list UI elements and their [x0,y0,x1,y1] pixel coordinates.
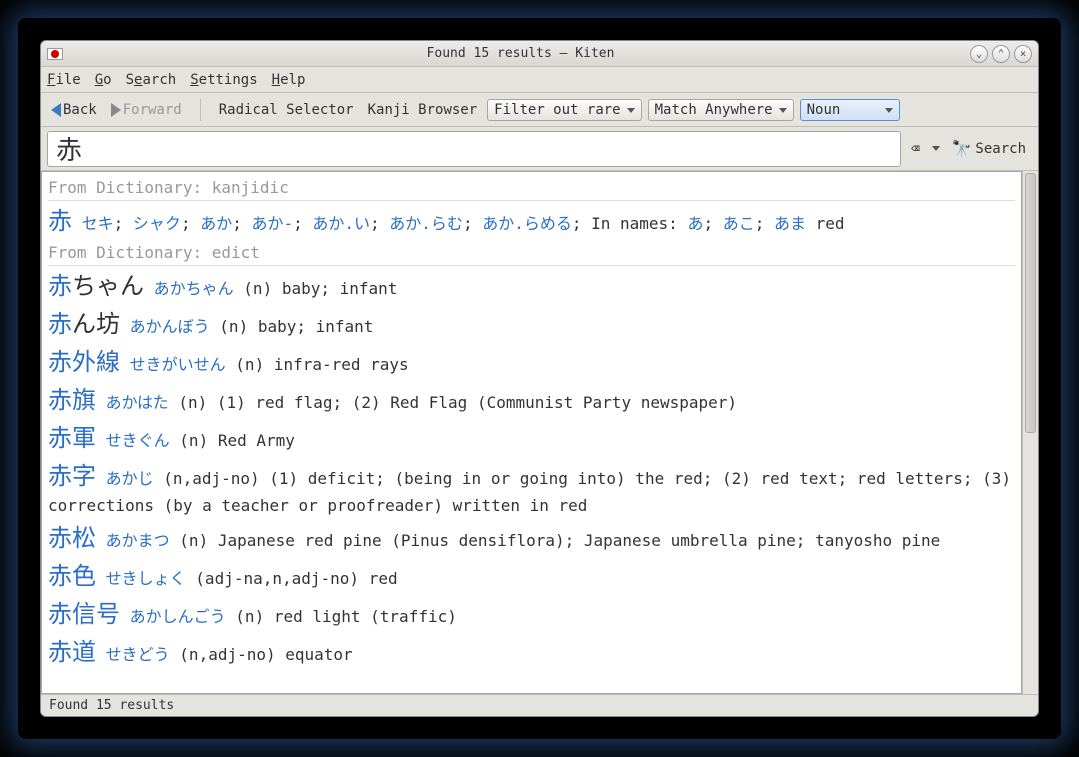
search-button[interactable]: 🔭 Search [946,137,1033,160]
reading-link[interactable]: あか [200,214,232,233]
reading-link[interactable]: あ [687,214,703,233]
reading-link[interactable]: あかちゃん [154,279,234,298]
definition: (n) baby; infant [219,317,373,336]
definition: (n,adj-no) equator [179,645,352,664]
edict-entry: 赤道 せきどう (n,adj-no) equator [48,634,1015,670]
menu-help[interactable]: Help [272,72,306,88]
dict-header-edict: From Dictionary: edict [48,241,1015,266]
filter-combo[interactable]: Filter out rare [487,99,641,121]
definition: (adj-na,n,adj-no) red [195,569,397,588]
reading-link[interactable]: あかじ [106,469,154,488]
scrollbar-thumb[interactable] [1025,173,1036,433]
searchbar: 赤 ⌫ 🔭 Search [41,127,1038,171]
menu-search[interactable]: Search [126,72,177,88]
kanji-link[interactable]: 赤旗 [48,386,96,414]
back-button[interactable]: Back [47,100,101,120]
menu-settings[interactable]: Settings [190,72,257,88]
maximize-button[interactable]: ⌃ [992,45,1010,63]
kanji-browser-button[interactable]: Kanji Browser [364,100,482,120]
edict-entry: 赤外線 せきがいせん (n) infra-red rays [48,344,1015,380]
definition: (n) baby; infant [243,279,397,298]
edict-entry: 赤字 あかじ (n,adj-no) (1) deficit; (being in… [48,458,1015,518]
clear-icon[interactable]: ⌫ [907,139,923,159]
scrollbar[interactable] [1022,171,1038,694]
search-input[interactable]: 赤 [47,131,901,167]
minimize-button[interactable]: ⌄ [970,45,988,63]
forward-button: Forward [107,100,186,120]
menu-go[interactable]: Go [95,72,112,88]
dict-header-kanjidic: From Dictionary: kanjidic [48,176,1015,201]
wordtype-combo[interactable]: Noun [800,99,900,121]
results-pane: From Dictionary: kanjidic 赤 セキ; シャク; あか;… [41,171,1022,694]
kanji-link[interactable]: 赤ん坊 [48,310,120,338]
definition: (n) Red Army [179,431,295,450]
edict-entry: 赤ちゃん あかちゃん (n) baby; infant [48,268,1015,304]
kanji-link[interactable]: 赤字 [48,462,96,490]
kanji-link[interactable]: 赤色 [48,562,96,590]
reading-link[interactable]: あか- [251,214,293,233]
history-dropdown-icon[interactable] [932,146,940,151]
reading-link[interactable]: あか.い [312,214,370,233]
kanji-link[interactable]: 赤松 [48,524,96,552]
definition: (n) Japanese red pine (Pinus densiflora)… [179,531,940,550]
reading-link[interactable]: あかはた [106,393,169,412]
arrow-left-icon [51,103,61,117]
menu-file[interactable]: File [47,72,81,88]
kanji-link[interactable]: 赤信号 [48,600,120,628]
kanji-link[interactable]: 赤外線 [48,348,120,376]
radical-selector-button[interactable]: Radical Selector [215,100,358,120]
definition: (n) (1) red flag; (2) Red Flag (Communis… [178,393,737,412]
reading-link[interactable]: せきぐん [106,431,170,450]
definition: (n) infra-red rays [235,355,408,374]
kanji-link[interactable]: 赤 [48,207,72,235]
app-window: Found 15 results – Kiten ⌄ ⌃ × File Go S… [40,40,1039,717]
reading-link[interactable]: シャク [133,214,181,233]
edict-entry: 赤松 あかまつ (n) Japanese red pine (Pinus den… [48,520,1015,556]
reading-link[interactable]: あか.らめる [482,214,572,233]
window-title: Found 15 results – Kiten [71,46,970,61]
reading-link[interactable]: せきしょく [106,569,186,588]
menubar: File Go Search Settings Help [41,67,1038,93]
titlebar: Found 15 results – Kiten ⌄ ⌃ × [41,41,1038,67]
reading-link[interactable]: あかんぼう [130,317,210,336]
definition: (n) red light (traffic) [235,607,457,626]
app-icon [47,48,63,60]
edict-entry: 赤信号 あかしんごう (n) red light (traffic) [48,596,1015,632]
close-button[interactable]: × [1014,45,1032,63]
reading-link[interactable]: あこ [723,214,755,233]
definition: (n,adj-no) (1) deficit; (being in or goi… [48,469,1011,515]
reading-link[interactable]: あかしんごう [130,607,226,626]
reading-link[interactable]: あかまつ [106,531,170,550]
reading-link[interactable]: セキ [82,214,114,233]
arrow-right-icon [111,103,121,117]
binoculars-icon: 🔭 [952,139,972,158]
kanjidic-entry: 赤 セキ; シャク; あか; あか-; あか.い; あか.らむ; あか.らめる;… [48,203,1015,239]
edict-entry: 赤色 せきしょく (adj-na,n,adj-no) red [48,558,1015,594]
statusbar: Found 15 results [41,694,1038,716]
reading-link[interactable]: せきがいせん [130,355,226,374]
reading-link[interactable]: あま [774,214,806,233]
reading-link[interactable]: あか.らむ [389,214,463,233]
status-text: Found 15 results [49,698,174,713]
reading-link[interactable]: せきどう [106,645,170,664]
edict-entry: 赤ん坊 あかんぼう (n) baby; infant [48,306,1015,342]
edict-entry: 赤軍 せきぐん (n) Red Army [48,420,1015,456]
kanji-link[interactable]: 赤道 [48,638,96,666]
kanji-link[interactable]: 赤ちゃん [48,272,144,300]
match-combo[interactable]: Match Anywhere [648,99,794,121]
toolbar: Back Forward Radical Selector Kanji Brow… [41,93,1038,127]
edict-entry: 赤旗 あかはた (n) (1) red flag; (2) Red Flag (… [48,382,1015,418]
kanji-link[interactable]: 赤軍 [48,424,96,452]
